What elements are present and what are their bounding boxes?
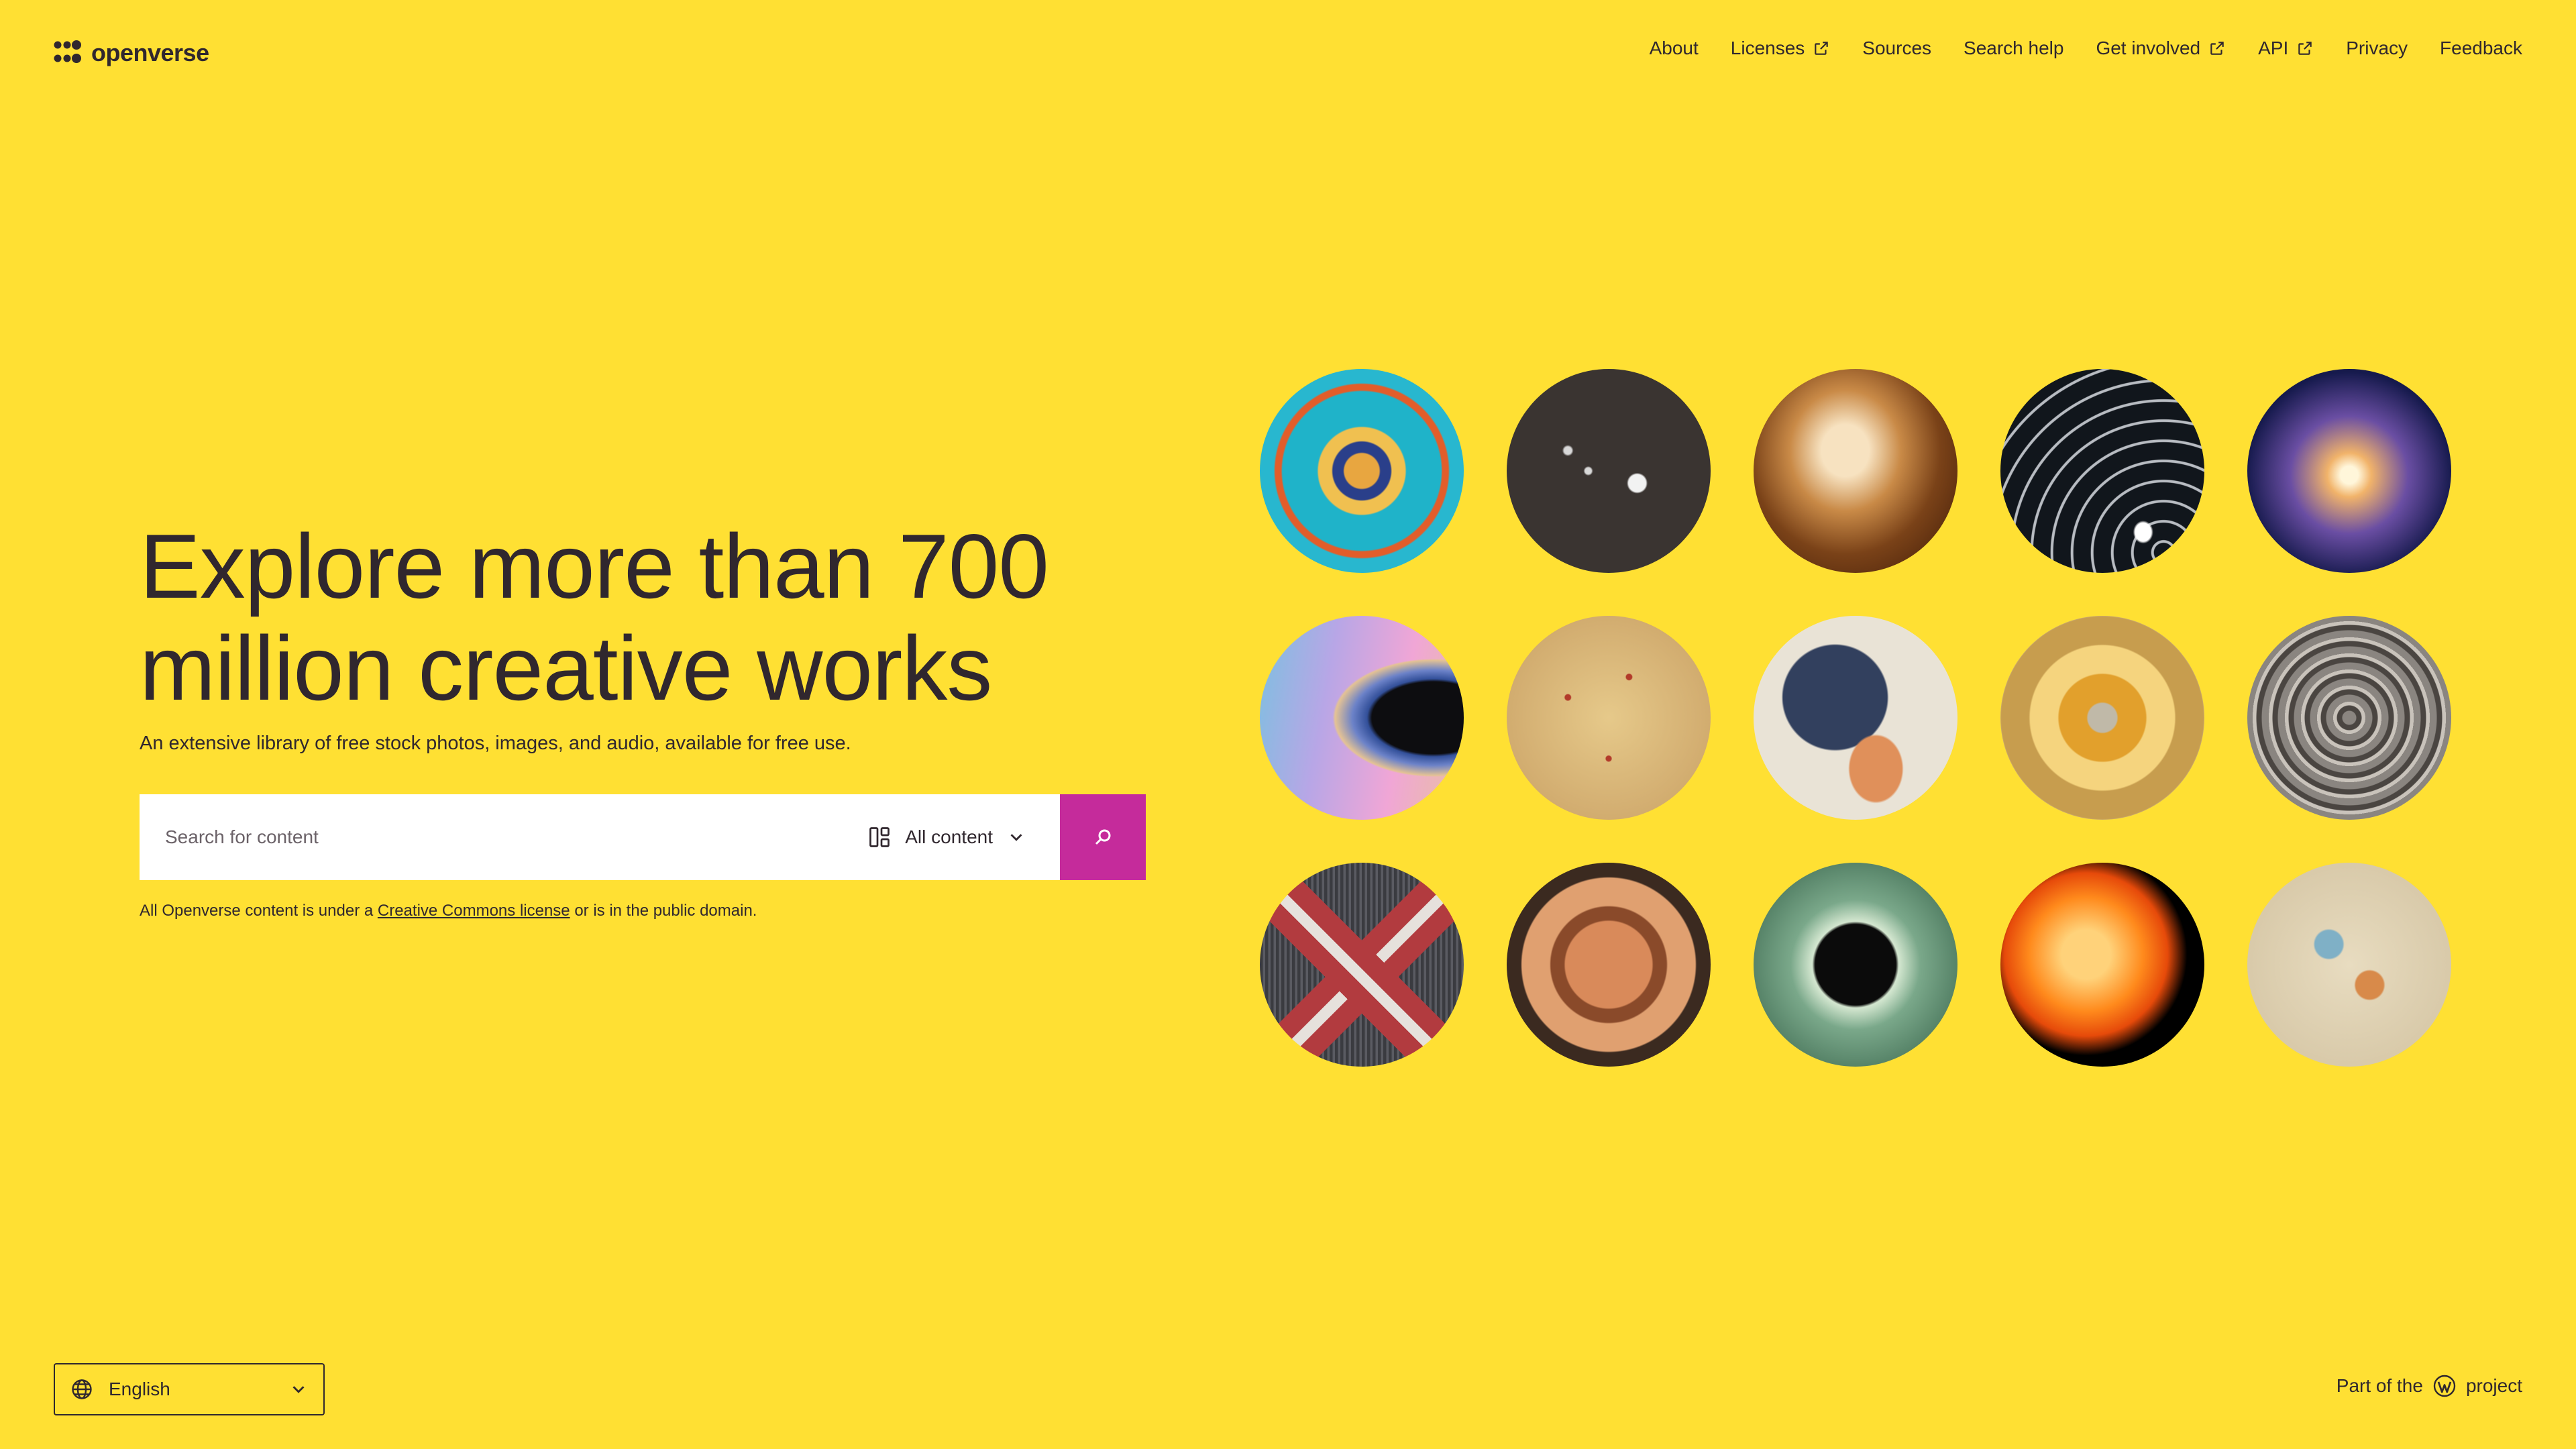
search-input[interactable]: [164, 826, 852, 849]
nav-sources[interactable]: Sources: [1862, 38, 1931, 59]
featured-image-ornate-plate[interactable]: [1507, 863, 1711, 1067]
content-grid-icon: [869, 827, 890, 847]
globe-icon: [72, 1379, 92, 1399]
nav-label: Privacy: [2346, 38, 2408, 58]
featured-image-constellation-figure[interactable]: [1754, 616, 1957, 820]
part-of-prefix: Part of the: [2336, 1375, 2423, 1396]
nav-label: Sources: [1862, 38, 1932, 58]
nav-label: Search help: [1964, 38, 2064, 58]
language-select[interactable]: English: [54, 1363, 325, 1415]
nav-about[interactable]: About: [1650, 38, 1699, 59]
search-button[interactable]: [1060, 794, 1146, 880]
main-nav: About Licenses Sources Search help Get i…: [1650, 38, 2522, 59]
wordpress-icon[interactable]: [2432, 1374, 2457, 1398]
featured-image-solar-eclipse[interactable]: [1754, 863, 1957, 1067]
license-note-prefix: All Openverse content is under a: [140, 902, 378, 920]
nav-label: API: [2258, 38, 2289, 58]
nav-label: Feedback: [2440, 38, 2522, 58]
nav-licenses[interactable]: Licenses: [1731, 38, 1831, 59]
license-note-suffix: or is in the public domain.: [570, 902, 757, 920]
hero-subtitle: An extensive library of free stock photo…: [140, 733, 851, 754]
nav-search-help[interactable]: Search help: [1964, 38, 2063, 59]
external-link-icon: [2210, 42, 2224, 55]
featured-image-star-cluster[interactable]: [2247, 369, 2451, 573]
nav-get-involved[interactable]: Get involved: [2096, 38, 2226, 59]
featured-image-comets[interactable]: [1507, 369, 1711, 573]
featured-image-textile[interactable]: [1260, 863, 1464, 1067]
featured-image-comet-tail[interactable]: [2000, 369, 2204, 573]
content-type-select[interactable]: All content: [851, 794, 1060, 880]
featured-image-star-map[interactable]: [1507, 616, 1711, 820]
featured-images: [1260, 369, 2451, 1067]
nav-feedback[interactable]: Feedback: [2440, 38, 2522, 59]
logo-text: openverse: [91, 39, 209, 66]
nav-label: Get involved: [2096, 38, 2201, 58]
search-bar: All content: [140, 794, 1146, 880]
search-icon: [1095, 829, 1111, 845]
part-of-suffix: project: [2465, 1375, 2522, 1396]
openverse-logo[interactable]: openverse: [54, 39, 209, 67]
openverse-logo-icon: [54, 40, 81, 63]
nav-api[interactable]: API: [2258, 38, 2314, 59]
hero-title: Explore more than 700 million creative w…: [140, 515, 1049, 719]
external-link-icon: [2298, 42, 2312, 55]
content-type-label: All content: [905, 826, 993, 847]
featured-image-aztec-calendar[interactable]: [2247, 616, 2451, 820]
creative-commons-link[interactable]: Creative Commons license: [378, 902, 570, 920]
nav-privacy[interactable]: Privacy: [2346, 38, 2408, 59]
nav-label: Licenses: [1730, 38, 1805, 58]
featured-image-sun-flare[interactable]: [2000, 863, 2204, 1067]
chevron-down-icon: [1010, 834, 1022, 841]
search-field: All content: [140, 794, 1060, 880]
page: openverse About Licenses Sources Search …: [0, 0, 2576, 1449]
external-link-icon: [1815, 42, 1829, 55]
nav-label: About: [1649, 38, 1699, 58]
chevron-down-icon: [292, 1386, 305, 1393]
language-label: English: [109, 1379, 170, 1399]
featured-image-saturn[interactable]: [1260, 616, 1464, 820]
featured-image-nebula[interactable]: [1754, 369, 1957, 573]
featured-image-astronomical-chart[interactable]: [2000, 616, 2204, 820]
featured-image-celestial-map[interactable]: [2247, 863, 2451, 1067]
license-note: All Openverse content is under a Creativ…: [140, 902, 757, 920]
wordpress-project-note: Part of the project: [2337, 1374, 2522, 1398]
featured-image-mandala[interactable]: [1260, 369, 1464, 573]
